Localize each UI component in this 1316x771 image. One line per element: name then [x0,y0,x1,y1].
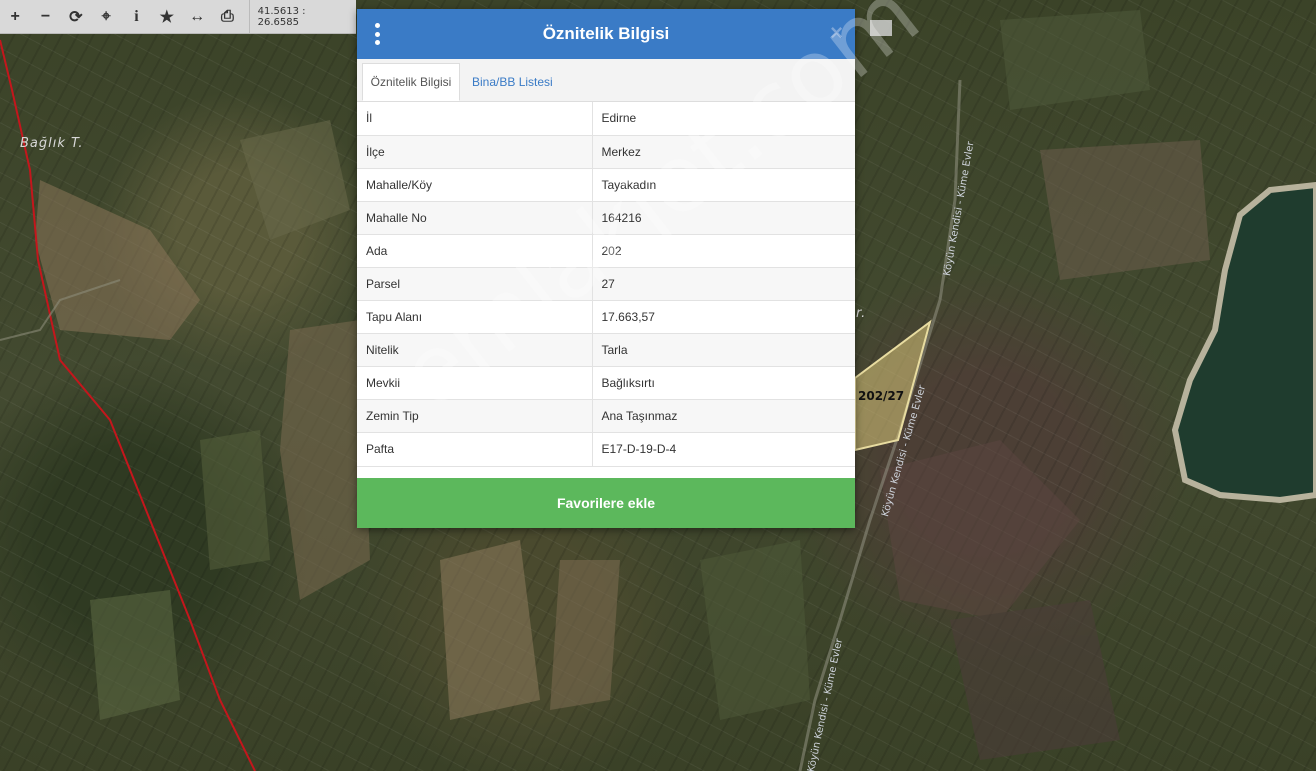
attribute-value: E17-D-19-D-4 [592,432,855,467]
close-icon[interactable]: × [830,22,843,44]
attribute-value: Ana Taşınmaz [592,399,855,434]
attribute-info-dialog: Öznitelik Bilgisi × Öznitelik Bilgisi Bi… [357,9,855,528]
table-row: İl Edirne [357,102,855,136]
add-to-favorites-button[interactable]: Favorilere ekle [357,478,855,528]
menu-icon[interactable] [373,23,381,45]
attribute-key: Ada [357,234,593,268]
locate-icon[interactable]: ⌖ [91,0,121,33]
parcel-number-label: 202/27 [858,389,905,403]
refresh-icon[interactable]: ⟳ [61,0,91,33]
table-row: Parsel 27 [357,267,855,302]
table-row: Mahalle No 164216 [357,201,855,235]
attribute-value: 164216 [592,201,855,235]
table-row: Mahalle/Köy Tayakadın [357,168,855,202]
table-row: Zemin Tip Ana Taşınmaz [357,399,855,434]
attribute-value: Merkez [592,135,855,169]
star-icon[interactable]: ★ [152,0,182,33]
tab-building-list[interactable]: Bina/BB Listesi [472,63,553,100]
print-icon[interactable]: ⎙ [212,0,242,33]
attribute-key: Mahalle/Köy [357,168,593,202]
attribute-key: Parsel [357,267,593,302]
table-row: Nitelik Tarla [357,333,855,368]
table-row: Tapu Alanı 17.663,57 [357,300,855,335]
attribute-value: Edirne [592,102,855,136]
attribute-key: Mahalle No [357,201,593,235]
attribute-key: İlçe [357,135,593,169]
attribute-key: Zemin Tip [357,399,593,434]
attribute-value: 202 [592,234,855,268]
table-row: İlçe Merkez [357,135,855,169]
attribute-table: İl Edirne İlçe Merkez Mahalle/Köy Tayakadın Ma… [357,102,855,467]
attribute-value: Tayakadın [592,168,855,202]
attribute-key: İl [357,102,593,136]
tab-bar: Öznitelik Bilgisi Bina/BB Listesi [357,59,855,102]
attribute-value: Tarla [592,333,855,368]
attribute-key: Pafta [357,432,593,467]
table-row: Mevkii Bağlıksırtı [357,366,855,401]
table-row: Pafta E17-D-19-D-4 [357,432,855,467]
measure-icon[interactable]: ↔ [182,0,212,33]
dialog-title: Öznitelik Bilgisi [542,24,670,43]
attribute-value: 17.663,57 [592,300,855,335]
attribute-key: Nitelik [357,333,593,368]
zoom-in-icon[interactable]: + [0,0,30,33]
table-row: Ada 202 [357,234,855,268]
map-toolbar: + − ⟳ ⌖ i ★ ↔ ⎙ 41.5613 : 26.6585 [0,0,356,34]
building [870,20,892,36]
zoom-out-icon[interactable]: − [30,0,60,33]
attribute-value: Bağlıksırtı [592,366,855,401]
attribute-key: Tapu Alanı [357,300,593,335]
attribute-key: Mevkii [357,366,593,401]
place-label: Bağlık T. [20,136,84,151]
attribute-value: 27 [592,267,855,302]
partial-place-label: r. [856,306,867,321]
coordinates-readout: 41.5613 : 26.6585 [248,0,356,33]
dialog-header: Öznitelik Bilgisi × [357,9,855,59]
info-icon[interactable]: i [121,0,151,33]
tab-attribute-info[interactable]: Öznitelik Bilgisi [362,63,460,101]
